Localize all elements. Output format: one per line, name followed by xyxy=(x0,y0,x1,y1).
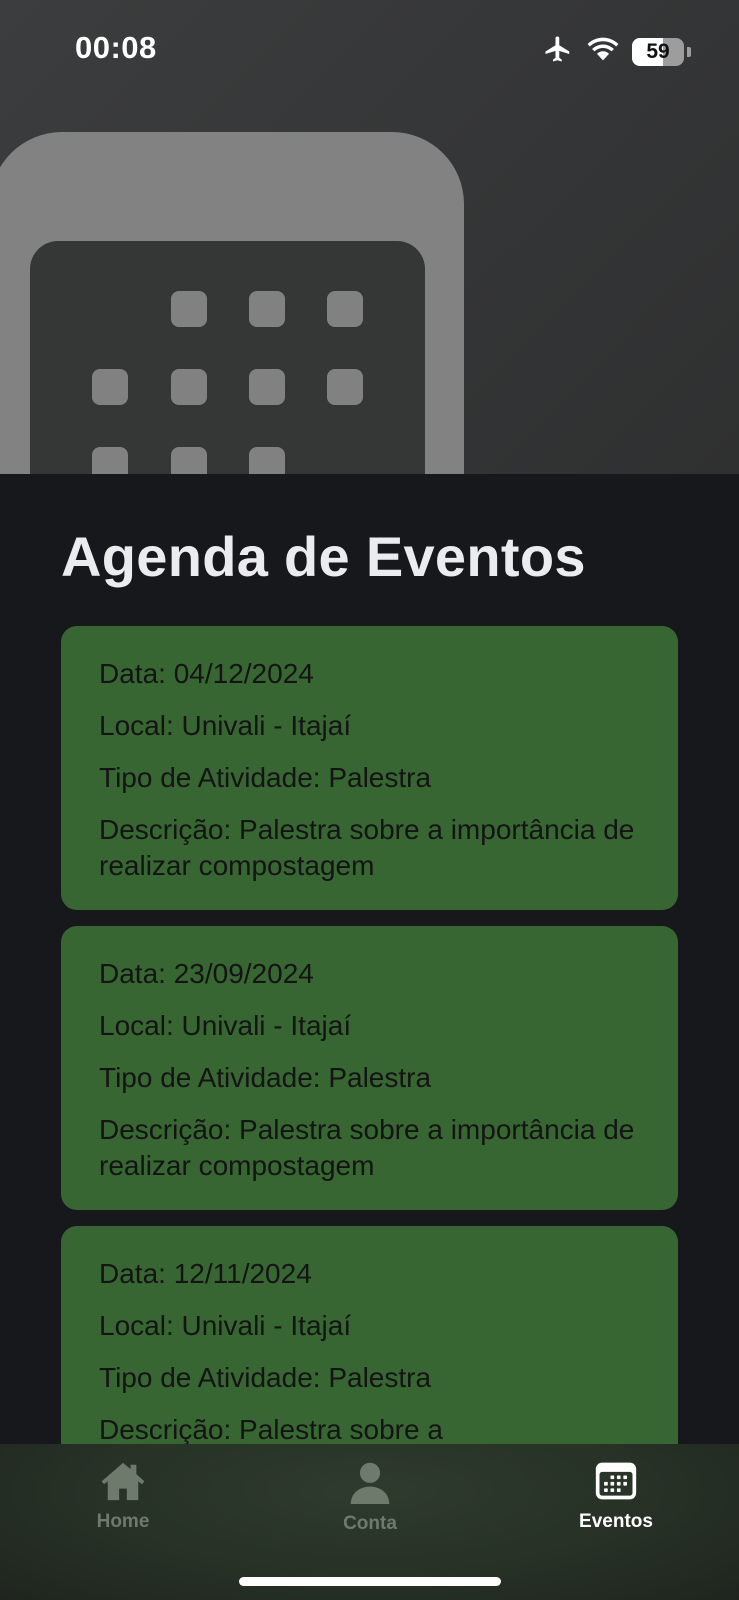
tab-label: Eventos xyxy=(579,1511,653,1532)
tab-home[interactable]: Home xyxy=(43,1460,203,1533)
battery-icon: 59 xyxy=(632,37,684,66)
calendar-day-square xyxy=(249,291,285,327)
events-list[interactable]: Data: 04/12/2024 Local: Univali - Itajaí… xyxy=(61,626,678,1444)
airplane-icon xyxy=(542,34,574,69)
tab-label: Home xyxy=(96,1511,150,1532)
tab-label: Conta xyxy=(343,1513,397,1534)
event-card[interactable]: Data: 23/09/2024 Local: Univali - Itajaí… xyxy=(61,926,678,1210)
person-icon xyxy=(348,1460,392,1509)
calendar-icon xyxy=(594,1460,638,1507)
event-activity-type: Tipo de Atividade: Palestra xyxy=(99,1362,432,1393)
page-title: Agenda de Eventos xyxy=(61,525,586,588)
events-screen[interactable]: Agenda de Eventos Data: 04/12/2024 Local… xyxy=(0,474,739,1444)
event-description: Descrição: Palestra sobre a importância … xyxy=(99,1114,635,1181)
event-card[interactable]: Data: 12/11/2024 Local: Univali - Itajaí… xyxy=(61,1226,678,1444)
calendar-day-square xyxy=(92,369,128,405)
tab-events[interactable]: Eventos xyxy=(536,1460,696,1533)
event-date: Data: 12/11/2024 xyxy=(99,1258,312,1289)
status-icons: 59 xyxy=(542,34,691,69)
status-bar: 00:08 59 xyxy=(0,0,739,100)
tab-account[interactable]: Conta xyxy=(290,1460,450,1535)
event-activity-type: Tipo de Atividade: Palestra xyxy=(99,762,432,793)
event-location: Local: Univali - Itajaí xyxy=(99,710,352,741)
calendar-day-square xyxy=(249,447,285,474)
calendar-day-square xyxy=(327,291,363,327)
event-location: Local: Univali - Itajaí xyxy=(99,1310,352,1341)
house-icon xyxy=(100,1460,146,1507)
event-card[interactable]: Data: 04/12/2024 Local: Univali - Itajaí… xyxy=(61,626,678,910)
event-date: Data: 23/09/2024 xyxy=(99,958,314,989)
event-description: Descrição: Palestra sobre a xyxy=(99,1414,443,1444)
calendar-day-square xyxy=(171,369,207,405)
status-time: 00:08 xyxy=(75,30,157,65)
calendar-illustration-panel xyxy=(30,241,425,474)
event-activity-type: Tipo de Atividade: Palestra xyxy=(99,1062,432,1093)
battery-cap xyxy=(687,46,691,57)
calendar-day-square xyxy=(171,291,207,327)
battery-level: 59 xyxy=(646,39,670,63)
home-indicator[interactable] xyxy=(239,1577,501,1586)
calendar-day-square xyxy=(171,447,207,474)
calendar-day-square xyxy=(249,369,285,405)
event-location: Local: Univali - Itajaí xyxy=(99,1010,352,1041)
event-date: Data: 04/12/2024 xyxy=(99,658,314,689)
event-description: Descrição: Palestra sobre a importância … xyxy=(99,814,635,881)
calendar-day-square xyxy=(92,447,128,474)
wifi-icon xyxy=(586,36,620,67)
calendar-day-square xyxy=(327,369,363,405)
